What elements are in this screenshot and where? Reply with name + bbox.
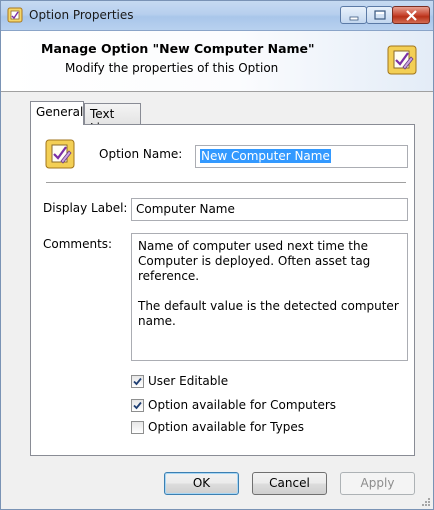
- divider: [46, 182, 406, 183]
- header-subtitle: Modify the properties of this Option: [65, 61, 279, 75]
- checkbox-checked[interactable]: [131, 399, 144, 412]
- comments-field[interactable]: Name of computer used next time the Comp…: [131, 233, 408, 361]
- checkmark-icon: [133, 377, 142, 386]
- tab-text-line[interactable]: Text Line: [84, 103, 141, 135]
- cancel-button[interactable]: Cancel: [252, 472, 327, 495]
- header-title: Manage Option "New Computer Name": [41, 41, 315, 56]
- display-label-label: Display Label:: [43, 201, 128, 215]
- display-label-field[interactable]: Computer Name: [131, 198, 408, 221]
- checkmark-icon: [133, 401, 142, 410]
- checkbox-unchecked[interactable]: [131, 421, 144, 434]
- available-computers-label: Option available for Computers: [148, 398, 337, 412]
- window-title: Option Properties: [29, 8, 134, 22]
- ok-button[interactable]: OK: [164, 472, 239, 495]
- dialog-header: Manage Option "New Computer Name" Modify…: [1, 31, 433, 92]
- user-editable-label: User Editable: [148, 374, 229, 388]
- tab-general[interactable]: General: [30, 101, 84, 125]
- option-icon: [45, 139, 75, 169]
- apply-button[interactable]: Apply: [340, 472, 415, 495]
- option-properties-dialog: Option Properties Manage Option "New Com…: [0, 0, 434, 510]
- comments-label: Comments:: [43, 237, 113, 251]
- maximize-button[interactable]: [366, 6, 393, 24]
- option-edit-icon: [387, 45, 417, 75]
- resize-grip-icon[interactable]: [420, 496, 431, 507]
- minimize-button[interactable]: [340, 6, 367, 24]
- close-icon: [406, 10, 417, 21]
- available-types-label: Option available for Types: [148, 420, 304, 434]
- option-name-field[interactable]: New Computer Name: [195, 145, 408, 168]
- close-button[interactable]: [392, 6, 430, 24]
- option-name-value: New Computer Name: [200, 149, 331, 163]
- checkbox-checked[interactable]: [131, 375, 144, 388]
- option-properties-icon: [7, 7, 23, 23]
- option-name-label: Option Name:: [99, 147, 183, 161]
- general-tab-panel: Option Name: New Computer Name Display L…: [30, 124, 415, 456]
- title-bar[interactable]: Option Properties: [1, 1, 433, 31]
